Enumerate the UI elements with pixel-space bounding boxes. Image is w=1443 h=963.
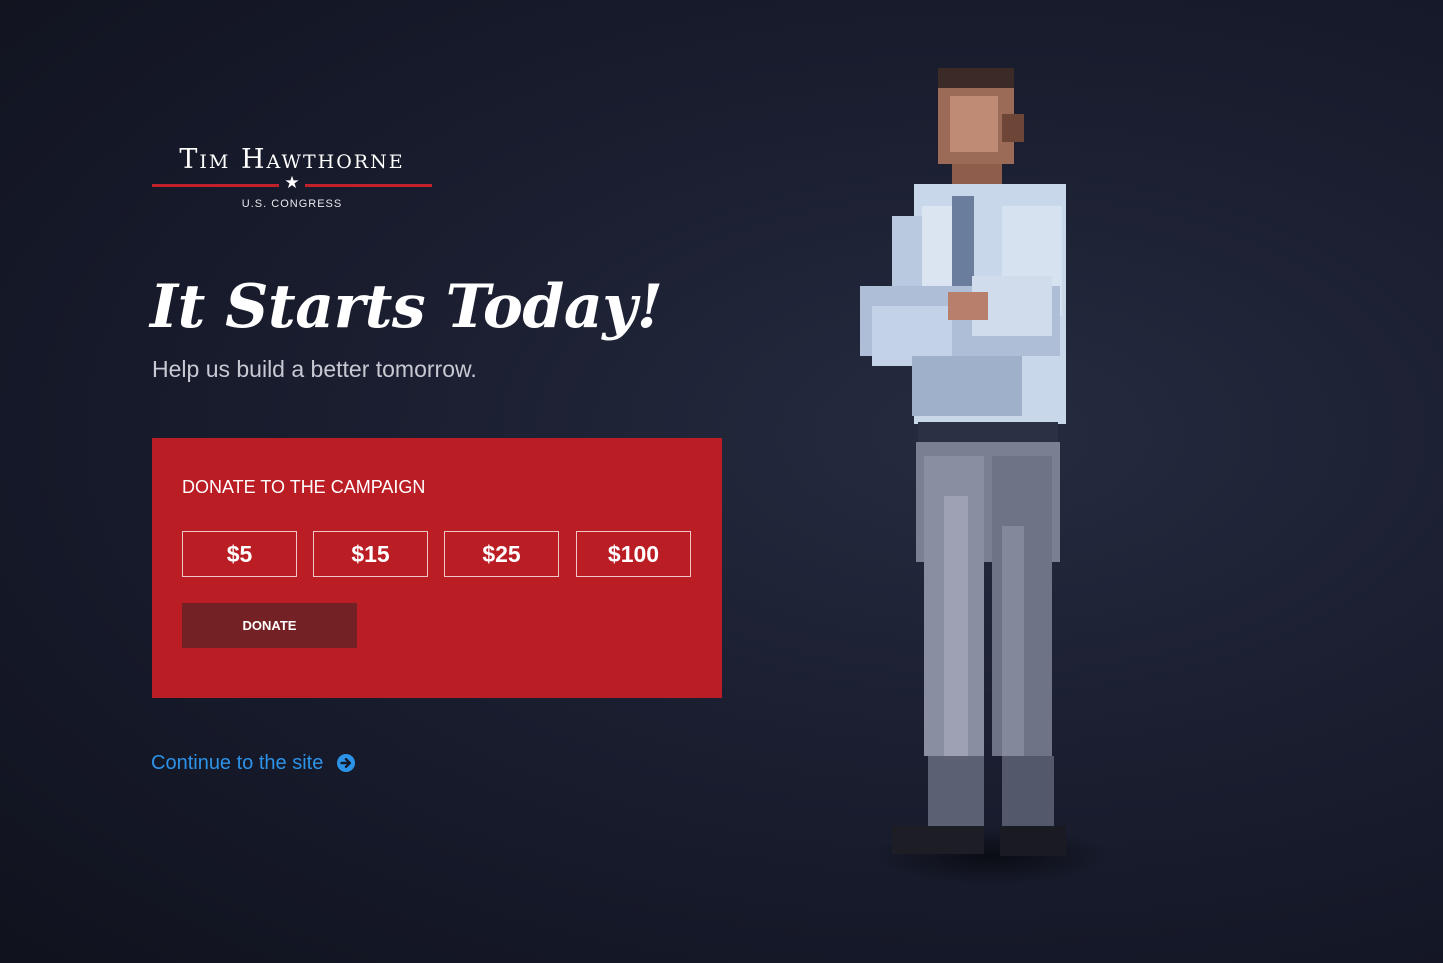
continue-to-site-link[interactable]: Continue to the site <box>151 750 356 776</box>
candidate-figure <box>860 68 1066 856</box>
amount-5-button[interactable]: $5 <box>182 531 297 577</box>
page-subheadline: Help us build a better tomorrow. <box>152 356 477 382</box>
donate-button[interactable]: DONATE <box>182 603 357 648</box>
candidate-photo <box>852 56 1112 916</box>
logo-rule-left <box>152 184 279 187</box>
donation-title: DONATE TO THE CAMPAIGN <box>182 477 426 497</box>
donation-panel: DONATE TO THE CAMPAIGN $5 $15 $25 $100 D… <box>152 438 722 698</box>
star-icon: ★ <box>284 173 300 193</box>
continue-link-label: Continue to the site <box>151 751 324 774</box>
logo-subtitle: U.S. CONGRESS <box>241 198 343 210</box>
arrow-circle-right-icon <box>337 754 356 772</box>
page-headline: It Starts Today! <box>150 272 663 342</box>
donation-amount-options: $5 $15 $25 $100 <box>182 531 692 577</box>
campaign-logo[interactable]: Tim Hawthorne ★ U.S. CONGRESS <box>152 140 432 215</box>
logo-divider: ★ <box>152 173 432 194</box>
logo-rule-right <box>305 184 432 187</box>
amount-100-button[interactable]: $100 <box>576 531 691 577</box>
amount-15-button[interactable]: $15 <box>313 531 428 577</box>
amount-25-button[interactable]: $25 <box>444 531 559 577</box>
